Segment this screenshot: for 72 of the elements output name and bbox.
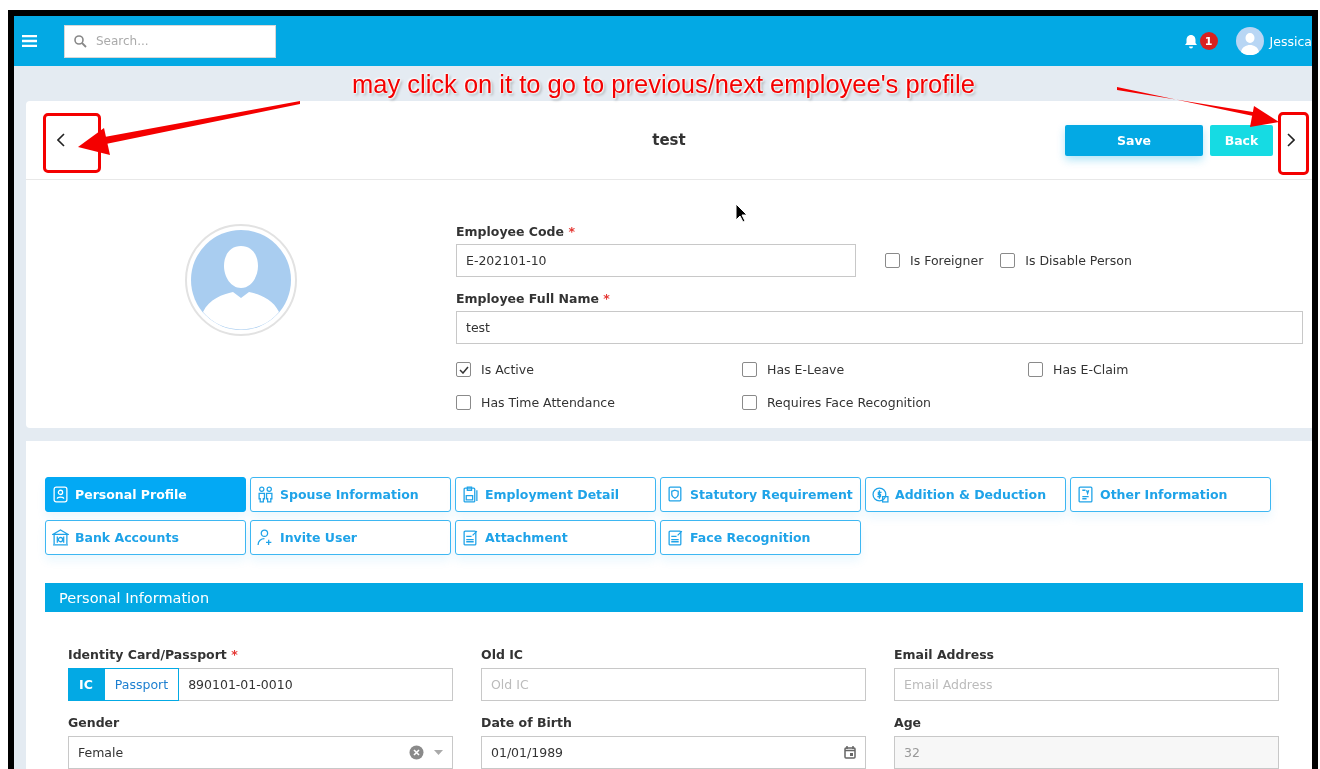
notification-count: 1	[1199, 32, 1218, 50]
tab[interactable]: Spouse Information	[250, 477, 451, 512]
checkbox-label: Is Disable Person	[1025, 253, 1132, 268]
highlight-box	[1278, 112, 1309, 175]
coin-icon	[872, 486, 889, 503]
checkbox[interactable]	[885, 253, 900, 268]
avatar-silhouette-icon	[185, 224, 297, 336]
save-button[interactable]: Save	[1065, 124, 1203, 156]
checkbox-label: Has E-Leave	[767, 362, 845, 377]
search-icon	[74, 34, 87, 48]
field-label: Employee Code *	[456, 224, 576, 239]
tab[interactable]: Face Recognition	[660, 520, 861, 555]
checkbox[interactable]	[742, 395, 757, 410]
employee-name-field[interactable]: test	[456, 311, 1303, 344]
add-user-icon	[257, 529, 274, 546]
checkbox-label: Requires Face Recognition	[767, 395, 932, 410]
caret-icon	[434, 750, 443, 755]
mouse-cursor-icon	[735, 203, 748, 223]
tab[interactable]: Employment Detail	[455, 477, 656, 512]
text-field[interactable]: Email Address	[894, 668, 1279, 701]
checkbox[interactable]	[456, 395, 471, 410]
back-button[interactable]: Back	[1210, 124, 1273, 156]
calendar-icon[interactable]	[844, 746, 856, 759]
date-field[interactable]: 01/01/1989	[481, 736, 866, 769]
employee-title: test	[652, 131, 686, 149]
id-type-toggle[interactable]: IC	[68, 668, 104, 701]
field-label: Identity Card/Passport *	[68, 647, 239, 662]
field-label: Gender	[68, 715, 121, 730]
section-header: Personal Information	[45, 583, 1303, 612]
tab[interactable]: Personal Profile	[45, 477, 246, 512]
checkbox-label: Has Time Attendance	[481, 395, 615, 410]
chevron-left-icon	[57, 133, 65, 147]
checkbox[interactable]	[1028, 362, 1043, 377]
text-field[interactable]: Old IC	[481, 668, 866, 701]
readonly-field: 32	[894, 736, 1279, 769]
clipboard-icon	[462, 486, 479, 503]
document-pen-icon	[667, 529, 684, 546]
clear-icon[interactable]	[409, 745, 424, 760]
checkbox[interactable]	[742, 362, 757, 377]
checkbox[interactable]	[1000, 253, 1016, 268]
document-pen-icon	[462, 529, 479, 546]
search-field[interactable]: Search...	[64, 24, 276, 58]
id-card-icon	[52, 486, 69, 503]
bell-icon[interactable]	[1183, 33, 1198, 49]
annotation-text: may click on it to go to previous/next employee's profile	[352, 70, 975, 99]
tab[interactable]: Statutory Requirement	[660, 477, 861, 512]
tab[interactable]: Addition & Deduction	[865, 477, 1066, 512]
select-field[interactable]: Female	[68, 736, 453, 769]
people-icon	[257, 486, 274, 503]
field-label: Age	[894, 715, 923, 730]
field-label: Employee Full Name *	[456, 291, 611, 306]
menu-icon[interactable]	[22, 35, 37, 47]
tab[interactable]: Attachment	[455, 520, 656, 555]
document-cv-icon	[1077, 486, 1094, 503]
user-name[interactable]: Jessica	[1269, 33, 1312, 49]
checkbox-label: Has E-Claim	[1053, 362, 1129, 377]
tab[interactable]: Other Information	[1070, 477, 1271, 512]
avatar-icon[interactable]	[1235, 27, 1264, 55]
id-type-toggle[interactable]: Passport	[103, 668, 180, 701]
tab[interactable]: Bank Accounts	[45, 520, 246, 555]
shield-document-icon	[667, 486, 684, 503]
bank-icon	[52, 529, 69, 546]
employee-code-field[interactable]: E-202101-10	[456, 244, 856, 277]
checkbox-label: Is Active	[481, 362, 534, 377]
checkbox-label: Is Foreigner	[910, 253, 984, 268]
field-label: Old IC	[481, 647, 525, 662]
id-number-field[interactable]: 890101-01-0010	[179, 668, 453, 701]
chevron-right-icon	[1287, 133, 1295, 147]
tab[interactable]: Invite User	[250, 520, 451, 555]
field-label: Date of Birth	[481, 715, 573, 730]
field-label: Email Address	[894, 647, 995, 662]
checkbox[interactable]	[456, 362, 471, 377]
